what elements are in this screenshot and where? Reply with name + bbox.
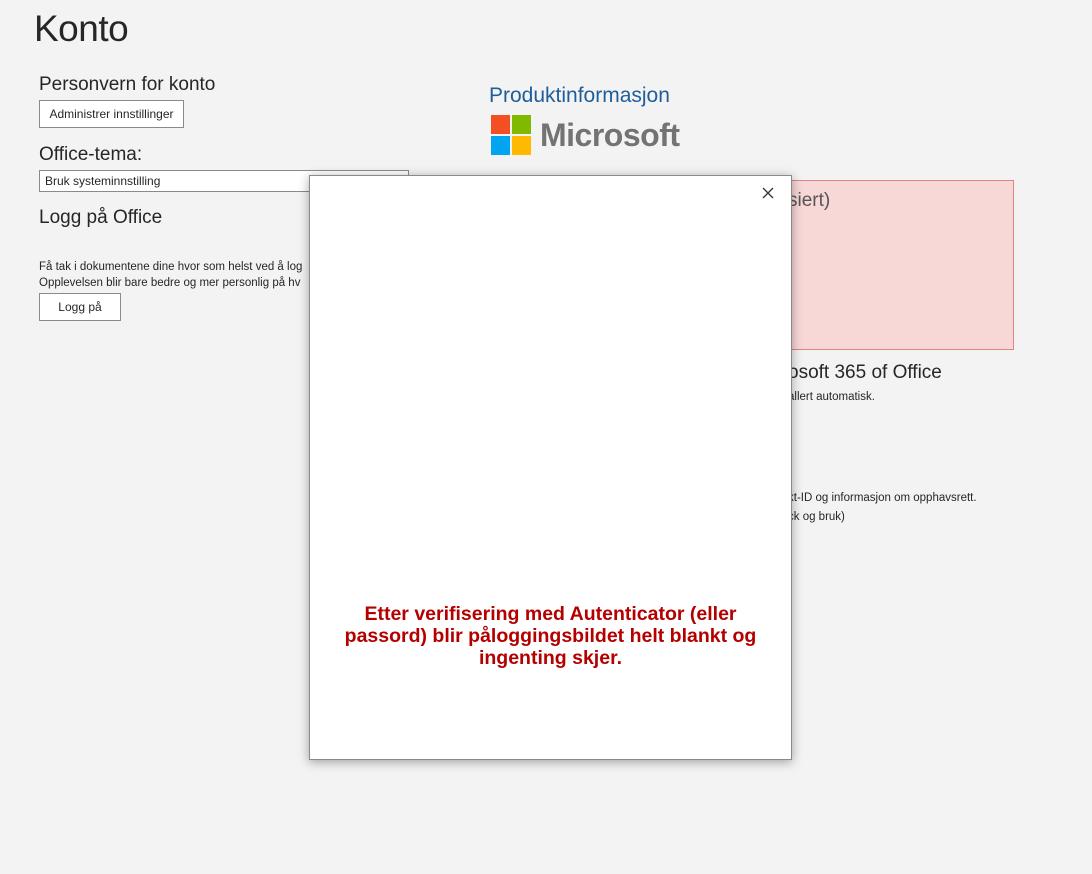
close-icon[interactable] bbox=[759, 184, 777, 202]
dialog-message: Etter verifisering med Autenticator (ell… bbox=[344, 603, 757, 669]
signin-dialog[interactable]: Etter verifisering med Autenticator (ell… bbox=[309, 175, 792, 760]
microsoft-logo-icon bbox=[491, 115, 531, 155]
signin-heading: Logg på Office bbox=[39, 207, 163, 228]
privacy-heading: Personvern for konto bbox=[39, 74, 216, 95]
signin-description-line2: Opplevelsen blir bare bedre og mer perso… bbox=[39, 277, 301, 289]
page-title: Konto bbox=[34, 8, 129, 49]
installed-text: allert automatisk. bbox=[788, 391, 875, 403]
microsoft-logo: Microsoft bbox=[491, 115, 680, 155]
logo-square-red bbox=[491, 115, 510, 134]
theme-select-value: Bruk systeminnstilling bbox=[45, 174, 161, 188]
activation-status-text: siert) bbox=[788, 190, 831, 211]
theme-heading: Office-tema: bbox=[39, 144, 143, 165]
manage-settings-button[interactable]: Administrer innstillinger bbox=[39, 100, 184, 128]
feedback-text: ck og bruk) bbox=[788, 511, 845, 523]
signin-button[interactable]: Logg på bbox=[39, 293, 121, 321]
about-text: kt-ID og informasjon om opphavsrett. bbox=[788, 492, 977, 504]
microsoft-wordmark: Microsoft bbox=[540, 116, 680, 153]
logo-square-green bbox=[512, 115, 531, 134]
product-info-heading: Produktinformasjon bbox=[489, 84, 670, 107]
m365-heading: osoft 365 of Office bbox=[788, 362, 942, 383]
logo-square-blue bbox=[491, 136, 510, 155]
logo-square-yellow bbox=[512, 136, 531, 155]
signin-description-line1: Få tak i dokumentene dine hvor som helst… bbox=[39, 261, 303, 273]
